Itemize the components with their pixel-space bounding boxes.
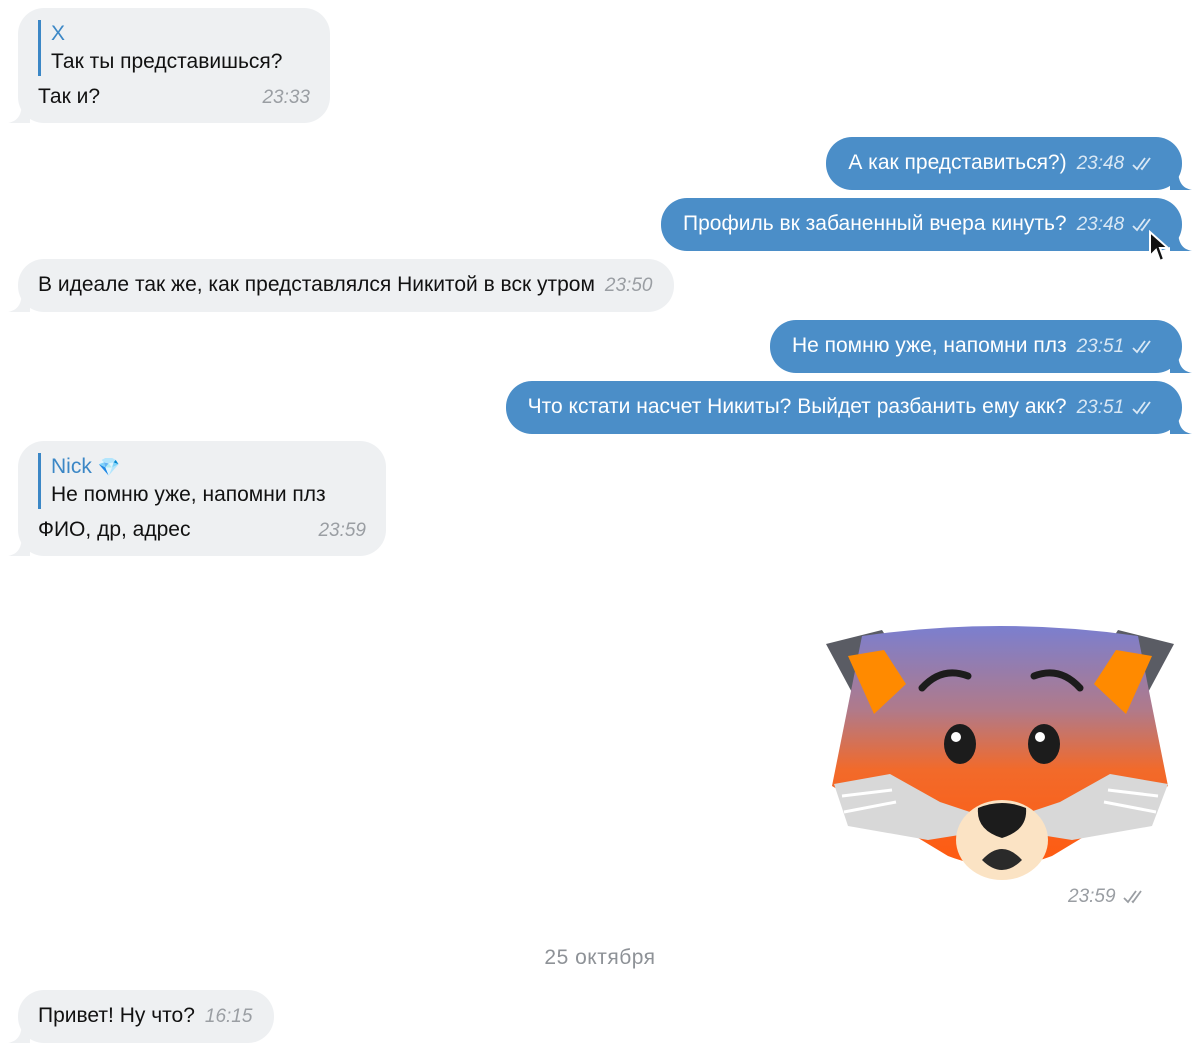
message-text: Что кстати насчет Никиты? Выйдет разбани… bbox=[527, 395, 1067, 418]
message-time: 23:33 bbox=[262, 87, 310, 108]
message-sticker[interactable] bbox=[822, 626, 1178, 895]
double-check-icon bbox=[1132, 340, 1151, 354]
reply-author-row: Nick 💎 bbox=[51, 453, 366, 481]
message-incoming[interactable]: Nick 💎 Не помню уже, напомни плз ФИО, др… bbox=[8, 441, 386, 556]
message-time: 23:51 bbox=[1076, 336, 1125, 357]
message-text: Не помню уже, напомни плз bbox=[791, 334, 1067, 357]
message-bubble[interactable]: Не помню уже, напомни плз 23:51 bbox=[769, 320, 1182, 373]
double-check-icon bbox=[1123, 890, 1142, 904]
reply-author: Nick bbox=[51, 455, 92, 478]
message-outgoing[interactable]: Что кстати насчет Никиты? Выйдет разбани… bbox=[505, 381, 1192, 434]
sticker-time-row: 23:59 bbox=[1068, 886, 1147, 908]
message-incoming[interactable]: В идеале так же, как представлялся Никит… bbox=[8, 259, 675, 312]
message-time: 23:48 bbox=[1076, 214, 1125, 235]
mouse-cursor-icon bbox=[1149, 230, 1170, 263]
bubble-tail bbox=[1170, 412, 1192, 434]
reply-quote[interactable]: X Так ты представишься? bbox=[38, 20, 310, 76]
diamond-icon: 💎 bbox=[97, 457, 121, 477]
bubble-tail bbox=[1170, 168, 1192, 190]
bubble-tail bbox=[1170, 351, 1192, 373]
message-bubble[interactable]: Профиль вк забаненный вчера кинуть? 23:48 bbox=[661, 198, 1182, 251]
bubble-tail bbox=[1170, 229, 1192, 251]
message-outgoing[interactable]: Профиль вк забаненный вчера кинуть? 23:48 bbox=[661, 198, 1192, 251]
message-bubble[interactable]: Nick 💎 Не помню уже, напомни плз ФИО, др… bbox=[18, 441, 386, 556]
message-outgoing[interactable]: Не помню уже, напомни плз 23:51 bbox=[769, 320, 1192, 373]
message-text: Профиль вк забаненный вчера кинуть? bbox=[683, 212, 1067, 235]
message-bubble[interactable]: Привет! Ну что? 16:15 bbox=[18, 990, 275, 1043]
double-check-icon bbox=[1132, 157, 1151, 171]
reply-quote[interactable]: Nick 💎 Не помню уже, напомни плз bbox=[38, 453, 366, 509]
message-text: Привет! Ну что? bbox=[38, 1004, 195, 1027]
message-incoming[interactable]: X Так ты представишься? Так и? 23:33 bbox=[8, 8, 330, 123]
message-time: 16:15 bbox=[204, 1006, 253, 1027]
message-time: 23:59 bbox=[318, 520, 366, 541]
reply-author: X bbox=[51, 22, 66, 45]
reply-text: Не помню уже, напомни плз bbox=[51, 483, 326, 506]
message-incoming[interactable]: Привет! Ну что? 16:15 bbox=[8, 990, 275, 1043]
message-time: 23:51 bbox=[1076, 397, 1125, 418]
bubble-tail bbox=[8, 101, 30, 123]
message-text: А как представиться?) bbox=[848, 151, 1067, 174]
bubble-tail bbox=[8, 290, 30, 312]
message-time: 23:59 bbox=[1068, 886, 1116, 907]
bubble-tail bbox=[8, 534, 30, 556]
reply-text: Так ты представишься? bbox=[51, 50, 283, 73]
bubble-tail bbox=[8, 1021, 30, 1043]
message-text: Так и? bbox=[38, 85, 100, 108]
double-check-icon bbox=[1132, 401, 1151, 415]
message-bubble[interactable]: В идеале так же, как представлялся Никит… bbox=[18, 259, 675, 312]
message-bubble[interactable]: X Так ты представишься? Так и? 23:33 bbox=[18, 8, 330, 123]
message-text: ФИО, др, адрес bbox=[38, 518, 191, 541]
message-bubble[interactable]: Что кстати насчет Никиты? Выйдет разбани… bbox=[505, 381, 1182, 434]
date-separator: 25 октября bbox=[544, 946, 656, 969]
message-text: В идеале так же, как представлялся Никит… bbox=[38, 273, 595, 296]
message-time: 23:50 bbox=[604, 275, 653, 296]
message-bubble[interactable]: А как представиться?) 23:48 bbox=[826, 137, 1182, 190]
message-time: 23:48 bbox=[1076, 153, 1125, 174]
message-outgoing[interactable]: А как представиться?) 23:48 bbox=[826, 137, 1192, 190]
fox-face-sticker[interactable] bbox=[822, 626, 1178, 890]
